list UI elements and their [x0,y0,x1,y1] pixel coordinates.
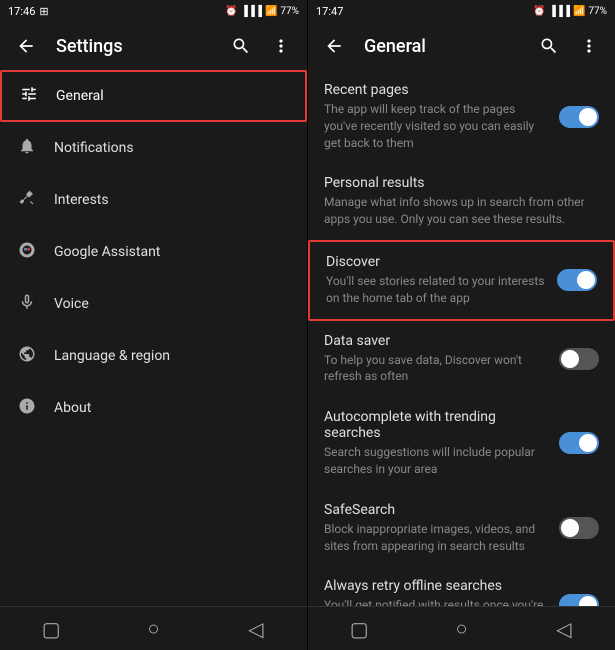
left-panel: 17:46 ⊞ ⏰ ▐▐▐ 📶 77% Settings General [0,0,307,650]
sidebar-item-about[interactable]: About [0,382,307,434]
left-back-nav-button[interactable]: ◁ [236,609,276,649]
right-back-button[interactable] [316,28,352,64]
right-bottom-bar: ▢ ○ ◁ [308,606,615,650]
right-back-nav-button[interactable]: ◁ [544,609,584,649]
right-status-left: 17:47 [316,5,343,18]
setting-discover-title: Discover [326,254,549,270]
left-bottom-bar: ▢ ○ ◁ [0,606,307,650]
sidebar-item-label-voice: Voice [54,296,89,312]
setting-discover-desc: You'll see stories related to your inter… [326,273,549,307]
left-toolbar-title: Settings [48,36,219,57]
info-icon [16,397,38,420]
setting-safesearch-text: SafeSearch Block inappropriate images, v… [324,502,559,555]
sidebar-item-language[interactable]: Language & region [0,330,307,382]
left-toolbar: Settings [0,22,307,70]
setting-data-saver[interactable]: Data saver To help you save data, Discov… [308,321,615,398]
sidebar-item-label-language: Language & region [54,348,170,364]
offline-searches-toggle[interactable] [559,594,599,606]
setting-autocomplete-text: Autocomplete with trending searches Sear… [324,409,559,478]
right-panel: 17:47 ⏰ ▐▐▐ 📶 77% General Recent pages T… [307,0,615,650]
right-status-right: ⏰ ▐▐▐ 📶 77% [533,6,607,17]
setting-offline-searches-text: Always retry offline searches You'll get… [324,578,559,606]
setting-offline-searches[interactable]: Always retry offline searches You'll get… [308,566,615,606]
setting-discover-text: Discover You'll see stories related to y… [326,254,557,307]
left-search-button[interactable] [223,28,259,64]
setting-recent-pages[interactable]: Recent pages The app will keep track of … [308,70,615,163]
autocomplete-toggle[interactable] [559,432,599,454]
setting-recent-pages-desc: The app will keep track of the pages you… [324,101,551,151]
left-status-right: ⏰ ▐▐▐ 📶 77% [225,6,299,17]
left-more-button[interactable] [263,28,299,64]
sliders-icon [18,85,40,108]
right-toolbar: General [308,22,615,70]
wrench-icon [16,189,38,212]
setting-discover[interactable]: Discover You'll see stories related to y… [308,240,615,321]
assistant-icon [16,241,38,264]
discover-toggle[interactable] [557,269,597,291]
sidebar-item-label-notifications: Notifications [54,140,134,156]
setting-safesearch-title: SafeSearch [324,502,551,518]
right-signal-icon: ▐▐▐ [549,6,570,17]
setting-safesearch-desc: Block inappropriate images, videos, and … [324,521,551,555]
setting-personal-results[interactable]: Personal results Manage what info shows … [308,163,615,240]
setting-data-saver-text: Data saver To help you save data, Discov… [324,333,559,386]
setting-personal-results-text: Personal results Manage what info shows … [324,175,599,228]
setting-safesearch[interactable]: SafeSearch Block inappropriate images, v… [308,490,615,567]
left-home-button[interactable]: ○ [133,609,173,649]
sidebar-item-google-assistant[interactable]: Google Assistant [0,226,307,278]
right-search-button[interactable] [531,28,567,64]
setting-recent-pages-title: Recent pages [324,82,551,98]
left-recents-button[interactable]: ▢ [31,609,71,649]
setting-offline-searches-desc: You'll get notified with results once yo… [324,597,551,606]
setting-personal-results-title: Personal results [324,175,591,191]
right-recents-button[interactable]: ▢ [339,609,379,649]
right-more-button[interactable] [571,28,607,64]
sidebar-item-general[interactable]: General [0,70,307,122]
bell-icon [16,137,38,160]
left-whatsapp-icon: ⊞ [39,5,48,18]
left-wifi-icon: 📶 [265,6,277,17]
right-wifi-icon: 📶 [573,6,585,17]
left-signal-icon: ▐▐▐ [241,6,262,17]
left-nav-list: General Notifications Interests Google A… [0,70,307,606]
left-status-bar: 17:46 ⊞ ⏰ ▐▐▐ 📶 77% [0,0,307,22]
sidebar-item-notifications[interactable]: Notifications [0,122,307,174]
setting-data-saver-title: Data saver [324,333,551,349]
left-alarm-icon: ⏰ [225,6,237,17]
left-time: 17:46 [8,5,35,18]
right-alarm-icon: ⏰ [533,6,545,17]
sidebar-item-label-interests: Interests [54,192,109,208]
mic-icon [16,293,38,316]
right-home-button[interactable]: ○ [441,609,481,649]
right-status-bar: 17:47 ⏰ ▐▐▐ 📶 77% [308,0,615,22]
sidebar-item-voice[interactable]: Voice [0,278,307,330]
left-status-left: 17:46 ⊞ [8,5,49,18]
right-settings-list: Recent pages The app will keep track of … [308,70,615,606]
setting-recent-pages-text: Recent pages The app will keep track of … [324,82,559,151]
setting-data-saver-desc: To help you save data, Discover won't re… [324,352,551,386]
right-toolbar-title: General [356,36,527,57]
left-back-button[interactable] [8,28,44,64]
safesearch-toggle[interactable] [559,517,599,539]
globe-icon [16,345,38,368]
setting-autocomplete[interactable]: Autocomplete with trending searches Sear… [308,397,615,490]
recent-pages-toggle[interactable] [559,106,599,128]
left-battery: 77% [280,6,299,17]
right-time: 17:47 [316,5,343,18]
setting-offline-searches-title: Always retry offline searches [324,578,551,594]
right-battery: 77% [588,6,607,17]
data-saver-toggle[interactable] [559,348,599,370]
sidebar-item-label-about: About [54,400,91,416]
sidebar-item-interests[interactable]: Interests [0,174,307,226]
sidebar-item-label-general: General [56,88,104,104]
setting-autocomplete-desc: Search suggestions will include popular … [324,444,551,478]
sidebar-item-label-google-assistant: Google Assistant [54,244,160,260]
setting-autocomplete-title: Autocomplete with trending searches [324,409,551,441]
setting-personal-results-desc: Manage what info shows up in search from… [324,194,591,228]
